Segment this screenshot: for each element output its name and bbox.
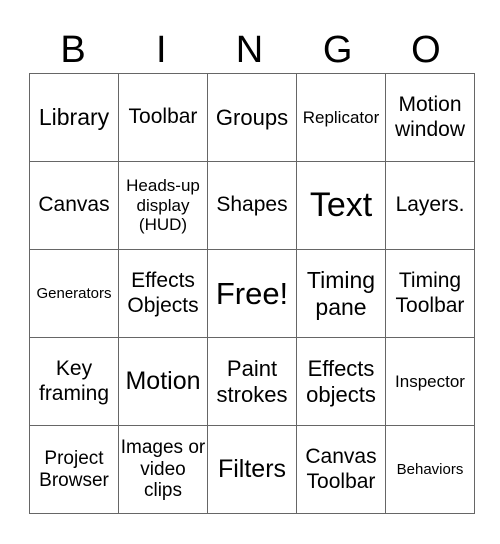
bingo-header: B I N G O (29, 28, 470, 72)
grid-row: Canvas Heads-up display (HUD) Shapes Tex… (29, 161, 475, 250)
free-space-cell[interactable]: Free! (207, 249, 297, 338)
bingo-cell[interactable]: Replicator (296, 73, 386, 162)
bingo-cell[interactable]: Library (29, 73, 119, 162)
bingo-cell[interactable]: Inspector (385, 337, 475, 426)
grid-row: Generators Effects Objects Free! Timing … (29, 249, 475, 338)
bingo-cell[interactable]: Images or video clips (118, 425, 208, 514)
bingo-cell[interactable]: Paint strokes (207, 337, 297, 426)
grid-row: Key framing Motion Paint strokes Effects… (29, 337, 475, 426)
header-letter-b: B (60, 29, 86, 71)
header-letter-g: G (322, 29, 353, 71)
bingo-grid: Library Toolbar Groups Replicator Motion… (29, 73, 475, 514)
bingo-cell[interactable]: Layers. (385, 161, 475, 250)
bingo-cell[interactable]: Timing Toolbar (385, 249, 475, 338)
bingo-cell[interactable]: Canvas Toolbar (296, 425, 386, 514)
grid-row: Project Browser Images or video clips Fi… (29, 425, 475, 514)
bingo-cell[interactable]: Groups (207, 73, 297, 162)
header-letter-i: I (156, 29, 167, 71)
bingo-cell[interactable]: Timing pane (296, 249, 386, 338)
bingo-cell[interactable]: Behaviors (385, 425, 475, 514)
bingo-cell[interactable]: Effects Objects (118, 249, 208, 338)
bingo-cell[interactable]: Heads-up display (HUD) (118, 161, 208, 250)
bingo-cell[interactable]: Effects objects (296, 337, 386, 426)
header-letter-o: O (411, 29, 441, 71)
bingo-cell[interactable]: Shapes (207, 161, 297, 250)
bingo-cell[interactable]: Key framing (29, 337, 119, 426)
bingo-cell[interactable]: Toolbar (118, 73, 208, 162)
bingo-cell[interactable]: Filters (207, 425, 297, 514)
header-letter-n: N (235, 29, 264, 71)
grid-row: Library Toolbar Groups Replicator Motion… (29, 73, 475, 162)
bingo-cell[interactable]: Generators (29, 249, 119, 338)
bingo-cell[interactable]: Motion window (385, 73, 475, 162)
bingo-cell[interactable]: Motion (118, 337, 208, 426)
bingo-cell[interactable]: Project Browser (29, 425, 119, 514)
bingo-cell[interactable]: Text (296, 161, 386, 250)
bingo-cell[interactable]: Canvas (29, 161, 119, 250)
